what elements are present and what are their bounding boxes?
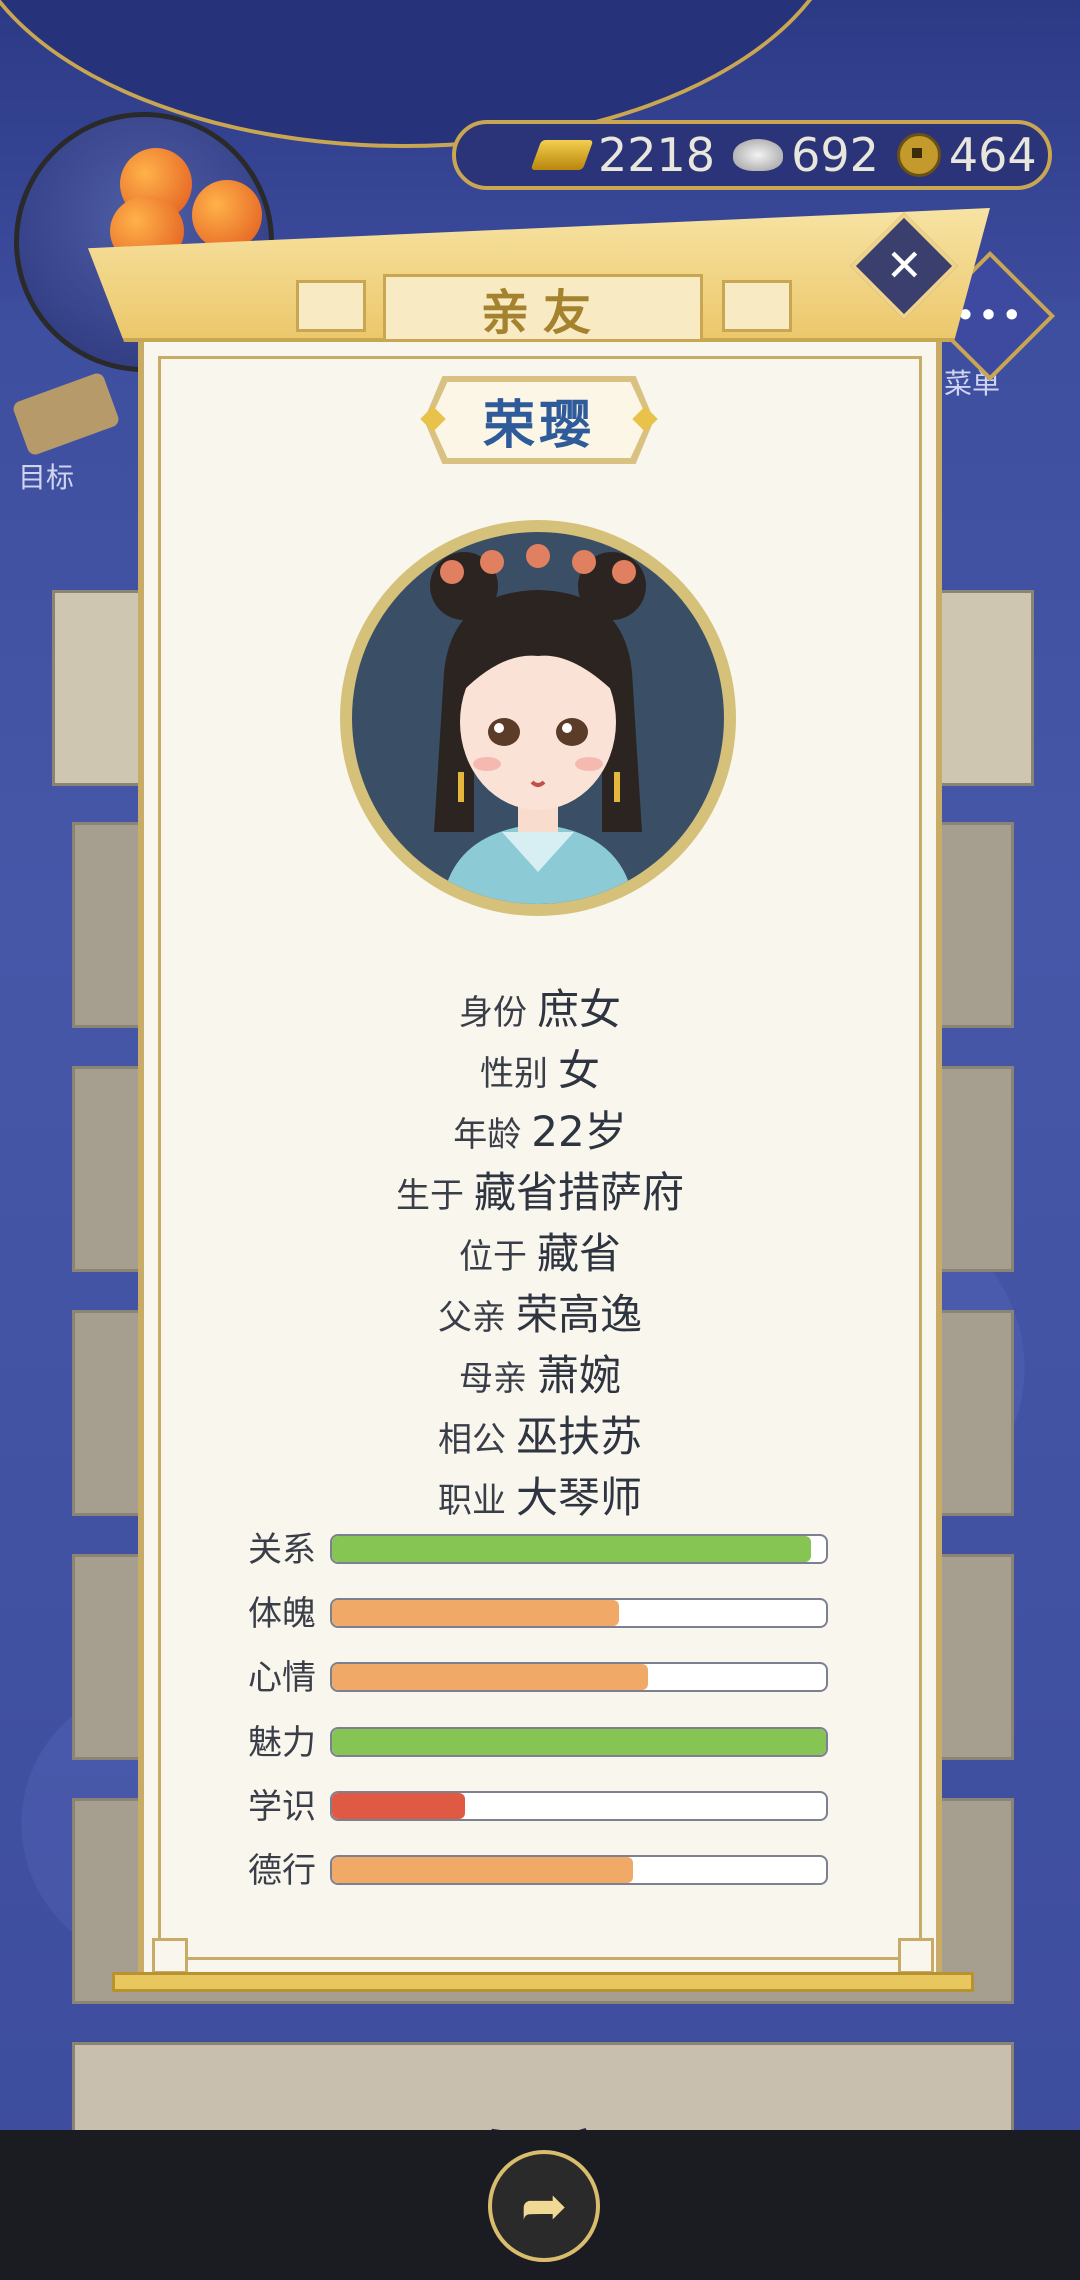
stat-label: 关系 — [248, 1530, 316, 1570]
gold-ingot-icon — [530, 140, 594, 170]
stat-label: 德行 — [248, 1851, 316, 1891]
stat-mood: 心情 — [248, 1658, 828, 1698]
coin-amount: 464 — [948, 128, 1037, 182]
stat-bar — [330, 1598, 828, 1628]
info-row-location: 位于 藏省 — [138, 1220, 942, 1281]
character-portrait-art — [430, 544, 646, 904]
info-row-identity: 身份 庶女 — [138, 976, 942, 1037]
info-label: 年龄 — [453, 1115, 522, 1155]
info-value: 庶女 — [536, 985, 621, 1034]
corner-ornament — [152, 1938, 188, 1974]
info-row-husband: 相公 巫扶苏 — [138, 1403, 942, 1464]
stat-bar-fill — [332, 1729, 826, 1755]
dialog-bottom-rod — [112, 1972, 974, 1992]
stat-bar-fill — [332, 1536, 812, 1562]
info-value: 女 — [557, 1046, 600, 1095]
info-value: 荣高逸 — [515, 1290, 642, 1339]
stat-label: 魅力 — [248, 1723, 316, 1763]
stat-physique: 体魄 — [248, 1594, 828, 1634]
info-value: 22岁 — [531, 1107, 627, 1156]
stat-bar-fill — [332, 1857, 634, 1883]
target-label: 目标 — [18, 461, 75, 494]
stat-bar — [330, 1727, 828, 1757]
stat-charm: 魅力 — [248, 1723, 828, 1763]
info-label: 性别 — [479, 1054, 548, 1094]
header-ornament — [722, 280, 792, 332]
gold-resource: 2218 — [530, 128, 716, 182]
stat-bar — [330, 1662, 828, 1692]
stat-label: 心情 — [248, 1658, 316, 1698]
info-row-birthplace: 生于 藏省措萨府 — [138, 1159, 942, 1220]
info-value: 大琴师 — [515, 1473, 642, 1522]
stat-relationship: 关系 — [248, 1530, 828, 1570]
corner-ornament — [898, 1938, 934, 1974]
info-row-age: 年龄 22岁 — [138, 1098, 942, 1159]
info-label: 相公 — [437, 1420, 506, 1460]
fruit-decoration — [192, 180, 262, 250]
character-name: 荣璎 — [430, 382, 648, 458]
stat-bar-fill — [332, 1664, 649, 1690]
share-button[interactable]: ➦ — [488, 2150, 600, 2262]
dialog-title: 亲友 — [383, 274, 703, 342]
copper-coin-icon — [896, 133, 941, 177]
stat-bar — [330, 1534, 828, 1564]
info-value: 萧婉 — [536, 1351, 621, 1400]
stat-bar — [330, 1791, 828, 1821]
stat-knowledge: 学识 — [248, 1787, 828, 1827]
stat-virtue: 德行 — [248, 1851, 828, 1891]
info-label: 职业 — [437, 1481, 506, 1521]
stat-bar — [330, 1855, 828, 1885]
share-icon: ➦ — [520, 2173, 568, 2239]
target-button[interactable]: 目标 — [11, 371, 121, 496]
silver-resource: 692 — [733, 128, 879, 182]
info-label: 母亲 — [458, 1359, 527, 1399]
info-label: 身份 — [458, 993, 527, 1033]
info-row-father: 父亲 荣高逸 — [138, 1281, 942, 1342]
stat-label: 学识 — [248, 1787, 316, 1827]
silver-amount: 692 — [791, 128, 879, 182]
resource-bar: 2218 692 464 — [452, 120, 1052, 190]
coin-resource: 464 — [896, 128, 1037, 182]
info-value: 巫扶苏 — [515, 1412, 642, 1461]
info-label: 父亲 — [437, 1298, 506, 1338]
info-value: 藏省措萨府 — [473, 1168, 684, 1217]
stat-bar-fill — [332, 1793, 466, 1819]
info-label: 生于 — [395, 1176, 464, 1216]
info-label: 位于 — [458, 1237, 527, 1277]
header-ornament — [296, 280, 366, 332]
gold-amount: 2218 — [598, 128, 716, 182]
stat-bar-fill — [332, 1600, 619, 1626]
info-row-gender: 性别女 — [138, 1037, 942, 1098]
info-value: 藏省 — [536, 1229, 621, 1278]
info-row-occupation: 职业 大琴师 — [138, 1464, 942, 1525]
close-icon: ✕ — [885, 240, 923, 291]
info-row-mother: 母亲 萧婉 — [138, 1342, 942, 1403]
silver-ingot-icon — [733, 139, 784, 171]
stat-label: 体魄 — [248, 1594, 316, 1634]
character-portrait — [340, 520, 736, 916]
